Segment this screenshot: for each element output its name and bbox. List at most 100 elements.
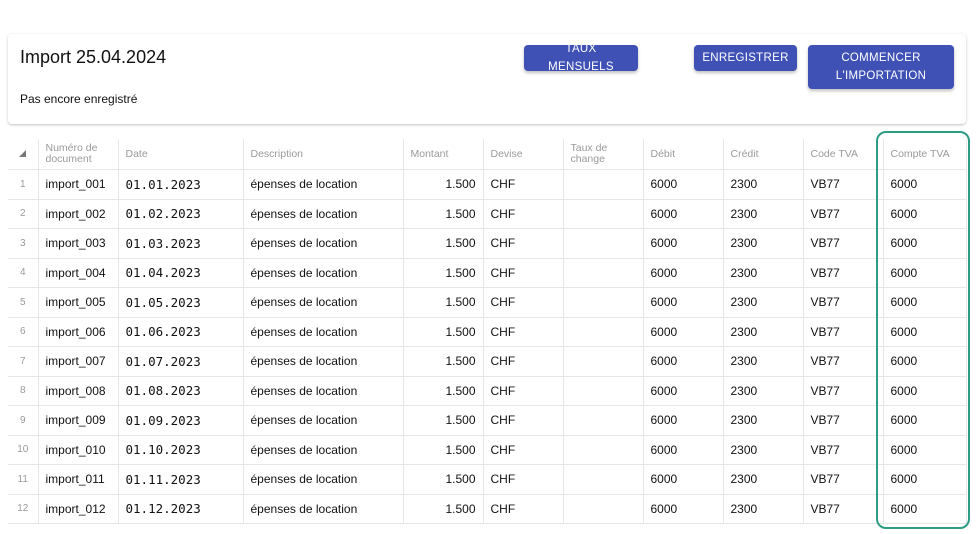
- cell-vat-code[interactable]: VB77: [803, 346, 884, 377]
- cell-currency[interactable]: CHF: [483, 169, 564, 200]
- table-row[interactable]: 4 import_004 01.04.2023 épenses de location…: [8, 258, 967, 288]
- cell-vat-account[interactable]: 6000: [883, 199, 967, 229]
- table-row[interactable]: 5 import_005 01.05.2023 épenses de location…: [8, 287, 967, 318]
- cell-document-number[interactable]: import_009: [38, 405, 119, 436]
- start-import-button[interactable]: Commencer l'importation: [808, 45, 954, 89]
- cell-vat-code[interactable]: VB77: [803, 199, 884, 229]
- cell-exchange-rate[interactable]: [563, 228, 644, 259]
- cell-date[interactable]: 01.06.2023: [118, 317, 244, 347]
- cell-vat-code[interactable]: VB77: [803, 317, 884, 347]
- cell-debit[interactable]: 6000: [643, 258, 724, 288]
- cell-vat-code[interactable]: VB77: [803, 228, 884, 259]
- cell-credit[interactable]: 2300: [723, 287, 804, 318]
- cell-description[interactable]: épenses de location: [243, 494, 404, 524]
- cell-description[interactable]: épenses de location: [243, 464, 404, 495]
- cell-currency[interactable]: CHF: [483, 287, 564, 318]
- cell-debit[interactable]: 6000: [643, 228, 724, 259]
- cell-vat-account[interactable]: 6000: [883, 405, 967, 436]
- cell-vat-account[interactable]: 6000: [883, 169, 967, 200]
- cell-description[interactable]: épenses de location: [243, 287, 404, 318]
- table-row[interactable]: 6 import_006 01.06.2023 épenses de location…: [8, 317, 967, 347]
- cell-document-number[interactable]: import_003: [38, 228, 119, 259]
- table-row[interactable]: 9 import_009 01.09.2023 épenses de location…: [8, 405, 967, 436]
- cell-debit[interactable]: 6000: [643, 464, 724, 495]
- cell-amount[interactable]: 1.500: [403, 169, 484, 200]
- column-header-vat-account[interactable]: Compte TVA: [883, 139, 967, 170]
- save-button[interactable]: Enregistrer: [694, 45, 797, 71]
- cell-amount[interactable]: 1.500: [403, 228, 484, 259]
- table-row[interactable]: 7 import_007 01.07.2023 épenses de location…: [8, 346, 967, 377]
- cell-credit[interactable]: 2300: [723, 199, 804, 229]
- cell-vat-account[interactable]: 6000: [883, 258, 967, 288]
- cell-amount[interactable]: 1.500: [403, 317, 484, 347]
- cell-credit[interactable]: 2300: [723, 228, 804, 259]
- cell-amount[interactable]: 1.500: [403, 494, 484, 524]
- table-row[interactable]: 10 import_010 01.10.2023 épenses de locatio…: [8, 435, 967, 465]
- cell-debit[interactable]: 6000: [643, 435, 724, 465]
- cell-vat-code[interactable]: VB77: [803, 405, 884, 436]
- cell-exchange-rate[interactable]: [563, 405, 644, 436]
- table-row[interactable]: 11 import_011 01.11.2023 épenses de locatio…: [8, 464, 967, 495]
- cell-description[interactable]: épenses de location: [243, 435, 404, 465]
- cell-date[interactable]: 01.09.2023: [118, 405, 244, 436]
- cell-debit[interactable]: 6000: [643, 169, 724, 200]
- column-header-amount[interactable]: Montant: [403, 139, 484, 170]
- cell-credit[interactable]: 2300: [723, 317, 804, 347]
- cell-date[interactable]: 01.08.2023: [118, 376, 244, 406]
- cell-exchange-rate[interactable]: [563, 346, 644, 377]
- cell-debit[interactable]: 6000: [643, 405, 724, 436]
- cell-currency[interactable]: CHF: [483, 464, 564, 495]
- cell-amount[interactable]: 1.500: [403, 346, 484, 377]
- table-row[interactable]: 1 import_001 01.01.2023 épenses de location…: [8, 169, 967, 200]
- cell-credit[interactable]: 2300: [723, 405, 804, 436]
- cell-exchange-rate[interactable]: [563, 258, 644, 288]
- cell-credit[interactable]: 2300: [723, 464, 804, 495]
- cell-vat-account[interactable]: 6000: [883, 346, 967, 377]
- cell-vat-account[interactable]: 6000: [883, 228, 967, 259]
- cell-vat-code[interactable]: VB77: [803, 169, 884, 200]
- table-row[interactable]: 12 import_012 01.12.2023 épenses de locatio…: [8, 494, 967, 524]
- column-header-description[interactable]: Description: [243, 139, 404, 170]
- column-header-date[interactable]: Date: [118, 139, 244, 170]
- cell-credit[interactable]: 2300: [723, 435, 804, 465]
- cell-document-number[interactable]: import_006: [38, 317, 119, 347]
- cell-vat-code[interactable]: VB77: [803, 494, 884, 524]
- cell-vat-code[interactable]: VB77: [803, 435, 884, 465]
- cell-exchange-rate[interactable]: [563, 435, 644, 465]
- cell-document-number[interactable]: import_001: [38, 169, 119, 200]
- cell-amount[interactable]: 1.500: [403, 258, 484, 288]
- cell-amount[interactable]: 1.500: [403, 199, 484, 229]
- column-header-credit[interactable]: Crédit: [723, 139, 804, 170]
- column-header-vat-code[interactable]: Code TVA: [803, 139, 884, 170]
- cell-description[interactable]: épenses de location: [243, 258, 404, 288]
- column-header-debit[interactable]: Débit: [643, 139, 724, 170]
- cell-vat-account[interactable]: 6000: [883, 317, 967, 347]
- select-all-corner[interactable]: [8, 139, 39, 170]
- cell-vat-account[interactable]: 6000: [883, 435, 967, 465]
- cell-amount[interactable]: 1.500: [403, 287, 484, 318]
- cell-currency[interactable]: CHF: [483, 405, 564, 436]
- cell-exchange-rate[interactable]: [563, 317, 644, 347]
- cell-credit[interactable]: 2300: [723, 258, 804, 288]
- cell-document-number[interactable]: import_012: [38, 494, 119, 524]
- cell-date[interactable]: 01.10.2023: [118, 435, 244, 465]
- cell-vat-account[interactable]: 6000: [883, 464, 967, 495]
- cell-description[interactable]: épenses de location: [243, 169, 404, 200]
- column-header-currency[interactable]: Devise: [483, 139, 564, 170]
- cell-exchange-rate[interactable]: [563, 199, 644, 229]
- cell-document-number[interactable]: import_005: [38, 287, 119, 318]
- monthly-rates-button[interactable]: Taux mensuels: [524, 43, 638, 73]
- cell-currency[interactable]: CHF: [483, 494, 564, 524]
- cell-description[interactable]: épenses de location: [243, 228, 404, 259]
- table-row[interactable]: 2 import_002 01.02.2023 épenses de location…: [8, 199, 967, 229]
- cell-currency[interactable]: CHF: [483, 435, 564, 465]
- cell-vat-code[interactable]: VB77: [803, 287, 884, 318]
- cell-vat-account[interactable]: 6000: [883, 287, 967, 318]
- cell-description[interactable]: épenses de location: [243, 346, 404, 377]
- cell-document-number[interactable]: import_002: [38, 199, 119, 229]
- cell-currency[interactable]: CHF: [483, 317, 564, 347]
- cell-debit[interactable]: 6000: [643, 317, 724, 347]
- cell-document-number[interactable]: import_010: [38, 435, 119, 465]
- cell-debit[interactable]: 6000: [643, 287, 724, 318]
- cell-description[interactable]: épenses de location: [243, 376, 404, 406]
